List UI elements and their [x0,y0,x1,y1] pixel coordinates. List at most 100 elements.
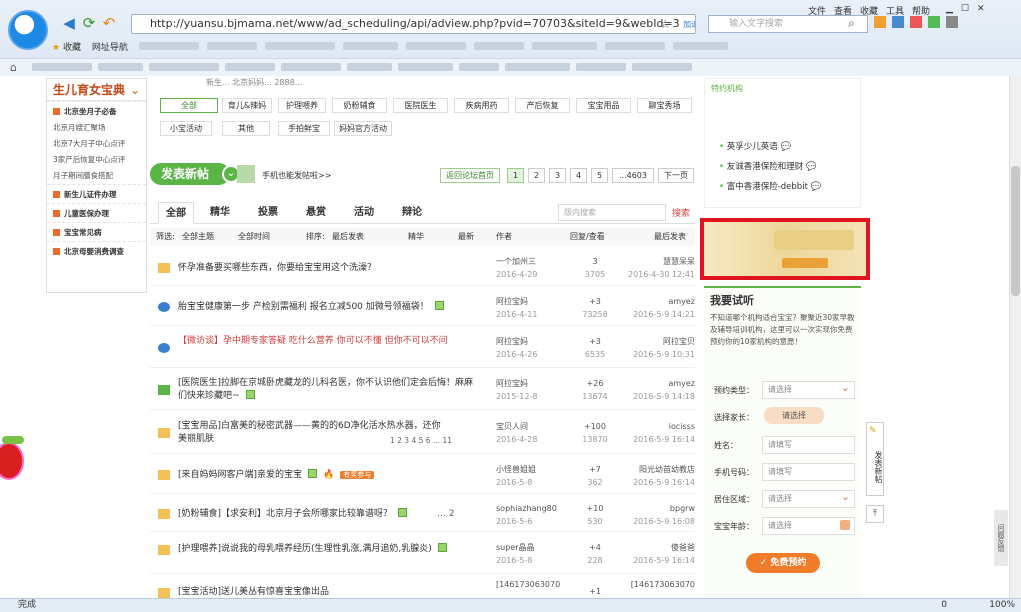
thread-title[interactable]: [医院医生]拉脚在京城卧虎藏龙的儿科名医，你不认识他们定会后悔！麻麻们快来珍藏吧… [178,377,478,403]
filter-time[interactable]: 全部时间 [238,228,270,246]
thread-row[interactable]: [护理喂养]说说我的母乳喂养经历(生理性乳涨,满月追奶,乳腺炎) super晶晶… [150,534,695,574]
refresh-icon[interactable]: ⟳ [80,14,98,32]
board-search-input[interactable]: 版内搜索 [558,204,666,221]
sponsor-link[interactable]: • 友诚香港保险和理财 💬 [719,157,821,177]
area-select[interactable]: 请选择 [762,489,855,508]
thread-row[interactable]: [医院医生]拉脚在京城卧虎藏龙的儿科名医，你不认识他们定会后悔！麻麻们快来珍藏吧… [150,370,695,410]
sidebar-section-certificates[interactable]: 新生儿证件办理 [47,184,146,203]
thread-row[interactable]: 【微访谈】孕中期专家答疑 吃什么营养 你可以不懂 但你不可以不问 阿拉宝妈 20… [150,328,695,368]
thread-title[interactable]: [护理喂养]说说我的母乳喂养经历(生理性乳涨,满月追奶,乳腺炎) [178,543,498,556]
zoom-level[interactable]: 100% [989,599,1015,612]
sidebar-section-confinement[interactable]: 北京坐月子必备 [47,101,146,120]
filter-topic[interactable]: 全部主题 [182,228,214,246]
thread-row[interactable]: [宝宝用品]白富美的秘密武器——黄的的6D净化活水热水器，还你美丽肌肤 1 2 … [150,412,695,454]
thread-row[interactable]: [来自妈妈网客户端]亲爱的宝宝 🔥 有奖参与 小怪兽姐姐 2016-5-8 +7 3… [150,456,695,494]
tab-vote[interactable]: 投票 [248,202,288,224]
thread-title[interactable]: [宝宝活动]送儿美丛有惊喜宝宝像出品 [178,586,478,598]
menu-view[interactable]: 查看 [834,4,852,17]
highlighted-ad-banner[interactable] [700,218,870,280]
page-2[interactable]: 2 [528,168,545,183]
thread-title[interactable]: [来自妈妈网客户端]亲爱的宝宝 🔥 有奖参与 [178,469,508,482]
toolbar-icons[interactable] [874,16,1004,32]
tag-other[interactable]: 其他 [222,121,270,136]
tag-all[interactable]: 全部 [160,98,218,113]
baby-age-select[interactable]: 请选择 [762,517,855,535]
tab-digest[interactable]: 精华 [200,202,240,224]
thread-title[interactable]: 怀孕准备要买哪些东西，你要给宝宝用这个洗澡？ [178,262,478,275]
tag-formula[interactable]: 奶粉辅食 [332,98,387,113]
sidebar-section-survey[interactable]: 北京母婴消费调查 [47,241,146,260]
page-5[interactable]: 5 [591,168,608,183]
back-icon[interactable]: ◀ [60,14,78,32]
reservation-type-select[interactable]: 请选择 [762,380,855,399]
tag-baby-goods[interactable]: 宝宝用品 [576,98,631,113]
tab-reward[interactable]: 悬赏 [296,202,336,224]
search-input[interactable]: 输入文字搜索 [708,15,868,33]
name-input[interactable]: 请填写 [762,436,855,454]
page-3[interactable]: 3 [549,168,566,183]
page-1[interactable]: 1 [507,168,524,183]
board-search-button[interactable]: 搜索 [672,206,690,219]
phone-input[interactable]: 请填写 [762,463,855,481]
parent-select[interactable]: 请选择 [764,407,824,424]
thread-row[interactable]: 胎宝宝健康第一步 产检别需福利 报名立减500 加微号领福袋！ 阿拉宝妈 201… [150,288,695,326]
window-controls[interactable]: ▁☐✕ [946,4,993,14]
floating-ad-icon[interactable] [0,442,24,480]
thread-title[interactable]: 胎宝宝健康第一步 产检别需福利 报名立减500 加微号领福袋！ [178,301,498,314]
search-icon[interactable]: ⌕ [848,16,855,31]
chevron-down-icon[interactable]: ⌄ [130,79,140,101]
thread-pages[interactable]: 1 2 3 4 5 6 ... 11 [390,436,452,445]
address-bar[interactable]: http://yuansu.bjmama.net/www/ad_scheduli… [131,14,696,34]
thread-row[interactable]: [奶粉辅食]【求安利】北京月子会所哪家比较靠谱呀？… 2 sophiazhang… [150,496,695,532]
vertical-scrollbar[interactable] [1009,76,1021,598]
tag-parenting[interactable]: 育儿&辣妈 [222,98,272,113]
mobile-post-link[interactable]: 手机也能发帖啦>> [262,170,331,181]
next-page-button[interactable]: 下一页 [658,168,694,183]
page-last[interactable]: ...4603 [612,168,654,183]
submit-trial-button[interactable]: ✓ 免费预约 [746,553,820,573]
scrollbar-thumb[interactable] [1011,166,1020,296]
sidebar-link[interactable]: 北京7大月子中心点评 [47,136,146,152]
sidebar-link[interactable]: 北京月嫂汇聚场 [47,120,146,136]
favorites-star-icon[interactable]: ★ [52,43,60,53]
thread-row[interactable]: [宝宝活动]送儿美丛有惊喜宝宝像出品 [146173063070 +1 [146… [150,576,695,598]
tag-official[interactable]: 妈妈官方活动 [334,121,392,136]
thread-author: super晶晶 [496,543,535,552]
sponsor-link[interactable]: • 富中香港保险-debbit 💬 [719,177,821,197]
thread-title[interactable]: [奶粉辅食]【求安利】北京月子会所哪家比较靠谱呀？… 2 [178,508,498,521]
thread-title[interactable]: 【微访谈】孕中期专家答疑 吃什么营养 你可以不懂 但你不可以不问 [178,335,478,348]
tag-postpartum[interactable]: 产后恢复 [515,98,570,113]
sponsor-link[interactable]: • 英孚少儿英语 💬 [719,137,821,157]
tab-debate[interactable]: 辩论 [392,202,432,224]
tag-photo[interactable]: 手拍鲜宝 [278,121,330,136]
back-to-top-button[interactable]: ⤒ [866,505,884,523]
filter-digest[interactable]: 精华 [408,228,424,246]
menu-file[interactable]: 文件 [808,4,826,17]
sidebar-section-insurance[interactable]: 儿童医保办理 [47,203,146,222]
back-to-forum-button[interactable]: 返回论坛首页 [440,168,500,183]
thread-row[interactable]: 怀孕准备要买哪些东西，你要给宝宝用这个洗澡？ 一个加州三 2016-4-29 3… [150,252,695,286]
sort-select[interactable]: 最后发表 [332,228,364,246]
sidebar-link[interactable]: 月子期间膳食搭配 [47,168,146,184]
tag-care[interactable]: 护理喂养 [278,98,326,113]
filter-newest[interactable]: 最新 [458,228,474,246]
tag-show[interactable]: 聊宝秀场 [637,98,692,113]
post-new-button[interactable]: 发表新帖 ⌄ [150,163,240,185]
fav-nav-link[interactable]: 网址导航 [92,43,128,53]
menu-help[interactable]: 帮助 [912,4,930,17]
tag-medicine[interactable]: 疾病用药 [454,98,509,113]
star-icon[interactable]: ☆ [660,17,671,31]
tag-hospital[interactable]: 医院医生 [393,98,448,113]
menu-tools[interactable]: 工具 [886,4,904,17]
home-icon[interactable]: ⌂ [10,61,17,74]
tab-activity[interactable]: 活动 [344,202,384,224]
sidebar-section-illness[interactable]: 宝宝常见病 [47,222,146,241]
feedback-tab[interactable]: 问题反馈 [994,510,1008,566]
menu-favorites[interactable]: 收藏 [860,4,878,17]
page-4[interactable]: 4 [570,168,587,183]
undo-icon[interactable]: ↶ [100,14,118,32]
tab-all[interactable]: 全部 [158,202,194,224]
tag-activity[interactable]: 小宝活动 [160,121,212,136]
sidebar-link[interactable]: 3家产后恢复中心点评 [47,152,146,168]
favorites-label[interactable]: 收藏 [63,43,81,53]
